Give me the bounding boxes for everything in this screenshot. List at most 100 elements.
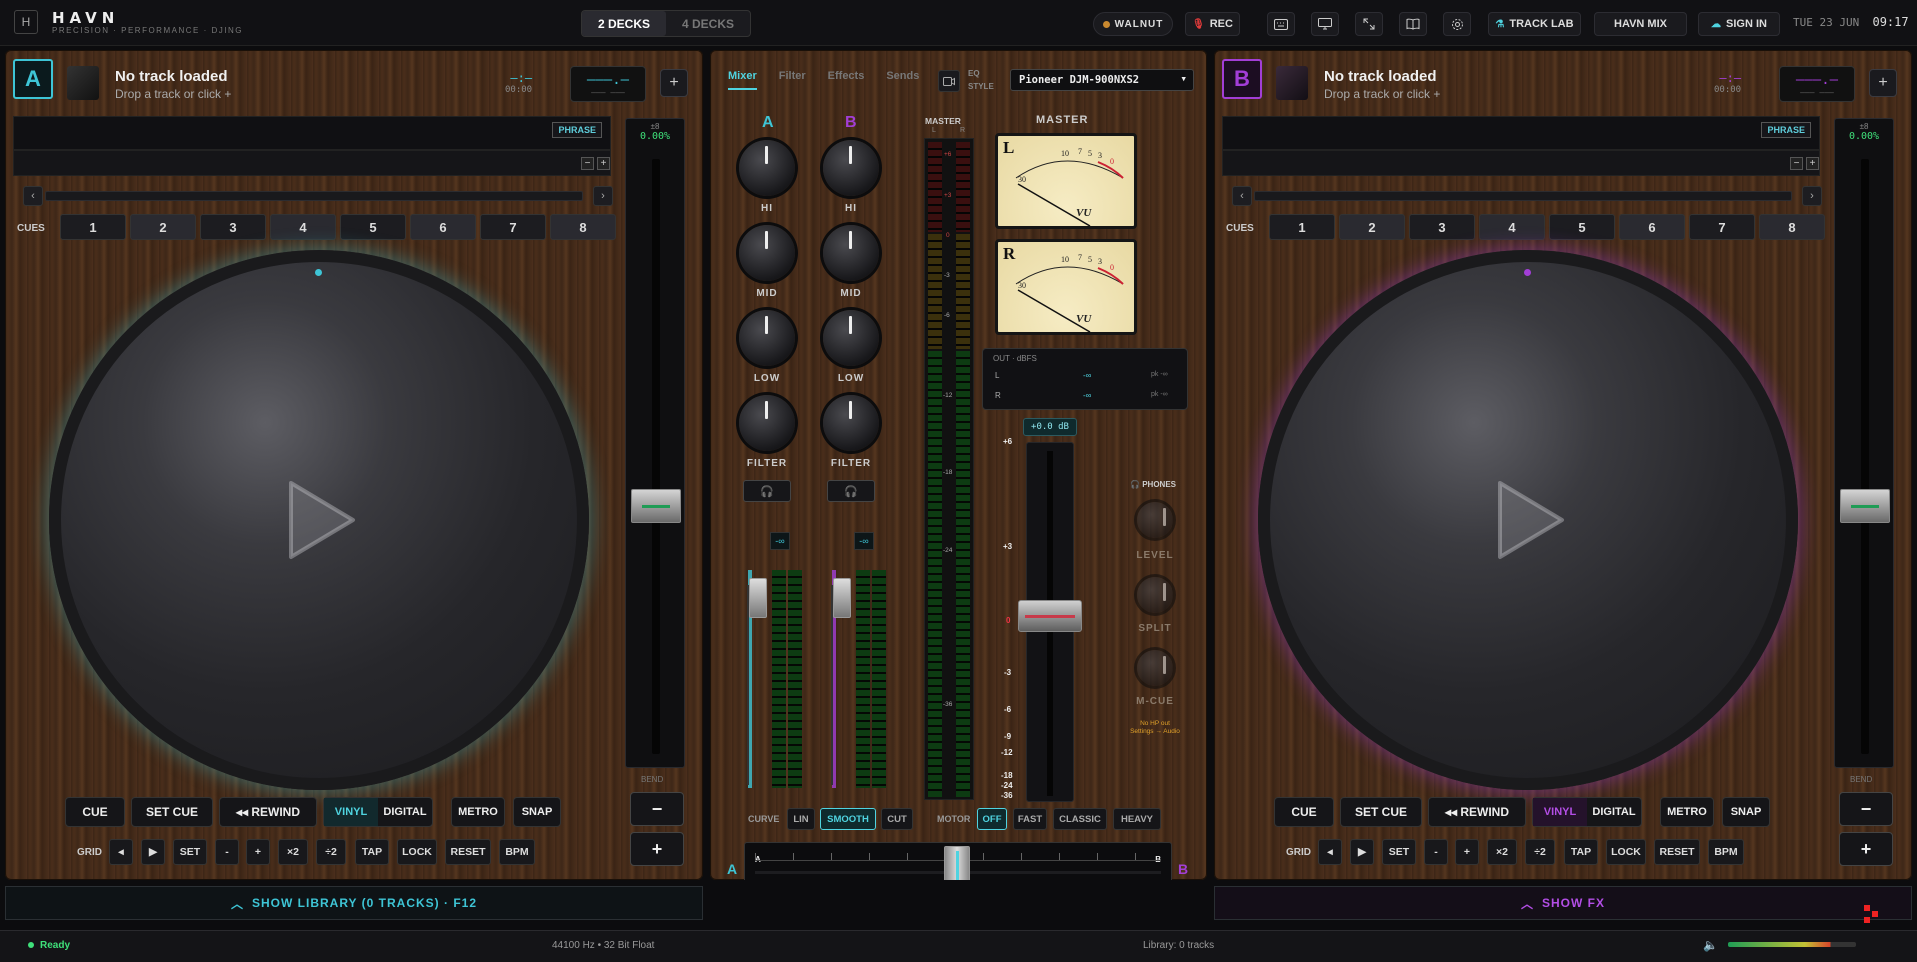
deck-a-digital-button[interactable]: DIGITAL bbox=[378, 798, 432, 826]
deck-a-grid-plus-button[interactable]: + bbox=[246, 839, 270, 865]
motor-off-button[interactable]: OFF bbox=[977, 808, 1007, 830]
deck-a-grid-double-button[interactable]: ×2 bbox=[278, 839, 308, 865]
master-volume-meter[interactable] bbox=[1728, 942, 1856, 947]
channel-b-hi-knob[interactable] bbox=[823, 140, 879, 196]
deck-a-cue-6[interactable]: 6 bbox=[410, 214, 476, 240]
eq-style-select[interactable]: Pioneer DJM-900NXS2 ▾ bbox=[1010, 69, 1194, 91]
deck-b-cue-5[interactable]: 5 bbox=[1549, 214, 1615, 240]
master-fader-handle[interactable] bbox=[1018, 600, 1082, 632]
deck-a-scroll-right-icon[interactable]: › bbox=[593, 186, 613, 206]
deck-a-metro-button[interactable]: METRO bbox=[451, 797, 505, 827]
deck-a-cue-8[interactable]: 8 bbox=[550, 214, 616, 240]
channel-b-mid-knob[interactable] bbox=[823, 225, 879, 281]
deck-b-zoom-out-button[interactable]: − bbox=[1790, 157, 1803, 170]
deck-b-waveform-detail[interactable]: − + bbox=[1222, 150, 1820, 176]
deck-a-cue-7[interactable]: 7 bbox=[480, 214, 546, 240]
volume-icon[interactable]: 🔈 bbox=[1703, 938, 1718, 952]
deck-a-badge[interactable]: A bbox=[13, 59, 53, 99]
deck-a-grid-set-button[interactable]: SET bbox=[173, 839, 207, 865]
keyboard-icon[interactable] bbox=[1267, 12, 1295, 36]
deck-a-snap-button[interactable]: SNAP bbox=[513, 797, 561, 827]
motor-classic-button[interactable]: CLASSIC bbox=[1053, 808, 1107, 830]
camera-icon[interactable] bbox=[938, 70, 960, 92]
deck-b-set-cue-button[interactable]: SET CUE bbox=[1340, 797, 1422, 827]
monitor-icon[interactable] bbox=[1311, 12, 1339, 36]
tab-filter[interactable]: Filter bbox=[779, 70, 806, 90]
deck-b-cue-7[interactable]: 7 bbox=[1689, 214, 1755, 240]
deck-b-jogwheel[interactable] bbox=[1258, 250, 1798, 790]
deck-a-pitch-fader[interactable]: ±8 0.00% bbox=[625, 118, 685, 768]
deck-a-rewind-button[interactable]: ◂◂ REWIND bbox=[219, 797, 317, 827]
fullscreen-icon[interactable] bbox=[1355, 12, 1383, 36]
deck-a-zoom-in-button[interactable]: + bbox=[597, 157, 610, 170]
deck-a-grid-minus-button[interactable]: - bbox=[215, 839, 239, 865]
crossfader[interactable]: A B bbox=[744, 842, 1172, 880]
four-decks-button[interactable]: 4 DECKS bbox=[666, 11, 750, 36]
deck-b-cue-6[interactable]: 6 bbox=[1619, 214, 1685, 240]
deck-b-metro-button[interactable]: METRO bbox=[1660, 797, 1714, 827]
sign-in-button[interactable]: ☁ SIGN IN bbox=[1698, 12, 1780, 36]
deck-a-set-cue-button[interactable]: SET CUE bbox=[131, 797, 213, 827]
deck-a-bend-plus-button[interactable]: + bbox=[630, 832, 684, 866]
deck-a-cue-2[interactable]: 2 bbox=[130, 214, 196, 240]
deck-b-play-icon[interactable] bbox=[1490, 475, 1570, 565]
deck-b-cue-4[interactable]: 4 bbox=[1479, 214, 1545, 240]
channel-b-filter-knob[interactable] bbox=[823, 395, 879, 451]
deck-a-cue-1[interactable]: 1 bbox=[60, 214, 126, 240]
deck-b-bend-plus-button[interactable]: + bbox=[1839, 832, 1893, 866]
deck-a-scrollbar[interactable] bbox=[45, 191, 583, 201]
deck-b-vinyl-button[interactable]: VINYL bbox=[1533, 798, 1587, 826]
deck-a-cue-5[interactable]: 5 bbox=[340, 214, 406, 240]
deck-a-cue-button[interactable]: CUE bbox=[65, 797, 125, 827]
show-library-button[interactable]: ︿ SHOW LIBRARY (0 TRACKS) · F12 bbox=[5, 886, 703, 920]
deck-b-grid-double-button[interactable]: ×2 bbox=[1487, 839, 1517, 865]
deck-b-grid-set-button[interactable]: SET bbox=[1382, 839, 1416, 865]
deck-b-grid-lock-button[interactable]: LOCK bbox=[1606, 839, 1646, 865]
deck-b-grid-plus-button[interactable]: + bbox=[1455, 839, 1479, 865]
deck-a-cue-3[interactable]: 3 bbox=[200, 214, 266, 240]
phones-mcue-knob[interactable] bbox=[1137, 650, 1173, 686]
deck-b-zoom-in-button[interactable]: + bbox=[1806, 157, 1819, 170]
phones-split-knob[interactable] bbox=[1137, 577, 1173, 613]
crossfader-handle[interactable] bbox=[944, 846, 970, 880]
deck-a-play-icon[interactable] bbox=[281, 475, 361, 565]
channel-b-headphone-cue-icon[interactable]: 🎧 bbox=[827, 480, 875, 502]
deck-b-pitch-handle[interactable] bbox=[1840, 489, 1890, 523]
tab-mixer[interactable]: Mixer bbox=[728, 70, 757, 90]
deck-a-grid-reset-button[interactable]: RESET bbox=[445, 839, 491, 865]
deck-a-grid-play-button[interactable]: ▶ bbox=[141, 839, 165, 865]
deck-b-scroll-right-icon[interactable]: › bbox=[1802, 186, 1822, 206]
havn-mix-button[interactable]: HAVN MIX bbox=[1594, 12, 1687, 36]
deck-b-badge[interactable]: B bbox=[1222, 59, 1262, 99]
deck-a-jogwheel[interactable] bbox=[49, 250, 589, 790]
deck-b-grid-minus-button[interactable]: - bbox=[1424, 839, 1448, 865]
deck-b-cue-button[interactable]: CUE bbox=[1274, 797, 1334, 827]
deck-b-cue-8[interactable]: 8 bbox=[1759, 214, 1825, 240]
channel-a-mid-knob[interactable] bbox=[739, 225, 795, 281]
deck-a-phrase-button[interactable]: PHRASE bbox=[552, 122, 602, 138]
deck-b-bend-minus-button[interactable]: − bbox=[1839, 792, 1893, 826]
deck-a-bend-minus-button[interactable]: − bbox=[630, 792, 684, 826]
havn-logo[interactable]: H bbox=[14, 10, 38, 34]
deck-a-pitch-handle[interactable] bbox=[631, 489, 681, 523]
deck-b-cue-1[interactable]: 1 bbox=[1269, 214, 1335, 240]
deck-b-phrase-button[interactable]: PHRASE bbox=[1761, 122, 1811, 138]
deck-b-cue-2[interactable]: 2 bbox=[1339, 214, 1405, 240]
deck-b-grid-tap-button[interactable]: TAP bbox=[1564, 839, 1598, 865]
deck-a-grid-left-button[interactable]: ◂ bbox=[109, 839, 133, 865]
deck-b-rewind-button[interactable]: ◂◂ REWIND bbox=[1428, 797, 1526, 827]
tab-sends[interactable]: Sends bbox=[886, 70, 919, 90]
track-lab-button[interactable]: ⚗ TRACK LAB bbox=[1488, 12, 1581, 36]
deck-b-grid-half-button[interactable]: ÷2 bbox=[1525, 839, 1555, 865]
record-button[interactable]: 🎙 REC bbox=[1185, 12, 1240, 36]
two-decks-button[interactable]: 2 DECKS bbox=[582, 11, 666, 36]
channel-b-low-knob[interactable] bbox=[823, 310, 879, 366]
book-icon[interactable] bbox=[1399, 12, 1427, 36]
tab-effects[interactable]: Effects bbox=[828, 70, 865, 90]
channel-a-low-knob[interactable] bbox=[739, 310, 795, 366]
deck-b-add-button[interactable]: + bbox=[1869, 69, 1897, 97]
motor-heavy-button[interactable]: HEAVY bbox=[1113, 808, 1161, 830]
deck-b-scroll-left-icon[interactable]: ‹ bbox=[1232, 186, 1252, 206]
deck-a-grid-tap-button[interactable]: TAP bbox=[355, 839, 389, 865]
curve-cut-button[interactable]: CUT bbox=[881, 808, 913, 830]
